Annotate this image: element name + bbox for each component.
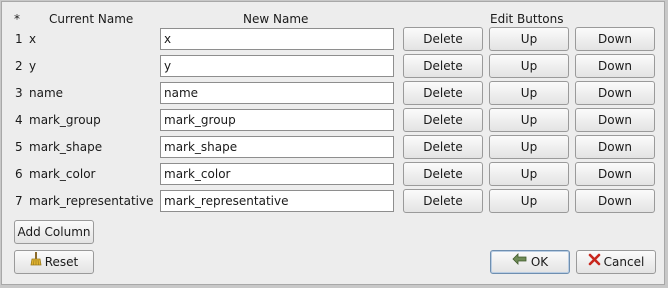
up-button[interactable]: Up: [489, 54, 569, 78]
header-index: *: [14, 12, 20, 26]
up-button[interactable]: Up: [489, 189, 569, 213]
delete-button[interactable]: Delete: [403, 81, 483, 105]
row-number: 5: [15, 140, 23, 154]
down-button[interactable]: Down: [575, 81, 655, 105]
up-button[interactable]: Up: [489, 27, 569, 51]
ok-label: OK: [530, 255, 549, 269]
row-number: 3: [15, 86, 23, 100]
up-button[interactable]: Up: [489, 81, 569, 105]
reset-label: Reset: [44, 255, 79, 269]
new-name-input[interactable]: [160, 55, 394, 77]
row-number: 7: [15, 194, 23, 208]
check-arrow-icon: [512, 251, 528, 273]
header-current-name: Current Name: [49, 12, 134, 26]
new-name-input[interactable]: [160, 136, 394, 158]
delete-button[interactable]: Delete: [403, 162, 483, 186]
add-column-button[interactable]: Add Column: [14, 220, 94, 244]
current-name-label: mark_representative: [29, 194, 154, 208]
current-name-label: mark_group: [29, 113, 101, 127]
cancel-button[interactable]: Cancel: [576, 250, 656, 274]
current-name-label: x: [29, 32, 37, 46]
new-name-input[interactable]: [160, 163, 394, 185]
row-number: 2: [15, 59, 23, 73]
down-button[interactable]: Down: [575, 189, 655, 213]
delete-button[interactable]: Delete: [403, 27, 483, 51]
cancel-label: Cancel: [603, 255, 645, 269]
current-name-label: mark_color: [29, 167, 96, 181]
ok-button[interactable]: OK: [490, 250, 570, 274]
row-number: 4: [15, 113, 23, 127]
header-new-name: New Name: [243, 12, 309, 26]
broom-icon: [30, 251, 42, 273]
rename-columns-dialog: * Current Name New Name Edit Buttons 1 x…: [1, 1, 665, 285]
down-button[interactable]: Down: [575, 108, 655, 132]
current-name-label: name: [29, 86, 64, 100]
new-name-input[interactable]: [160, 28, 394, 50]
row-number: 1: [15, 32, 23, 46]
new-name-input[interactable]: [160, 190, 394, 212]
up-button[interactable]: Up: [489, 162, 569, 186]
new-name-input[interactable]: [160, 82, 394, 104]
delete-button[interactable]: Delete: [403, 108, 483, 132]
delete-button[interactable]: Delete: [403, 54, 483, 78]
delete-button[interactable]: Delete: [403, 135, 483, 159]
up-button[interactable]: Up: [489, 135, 569, 159]
down-button[interactable]: Down: [575, 162, 655, 186]
current-name-label: mark_shape: [29, 140, 103, 154]
up-button[interactable]: Up: [489, 108, 569, 132]
header-edit-buttons: Edit Buttons: [490, 12, 564, 26]
current-name-label: y: [29, 59, 37, 73]
reset-button[interactable]: Reset: [14, 250, 94, 274]
delete-button[interactable]: Delete: [403, 189, 483, 213]
row-number: 6: [15, 167, 23, 181]
down-button[interactable]: Down: [575, 27, 655, 51]
new-name-input[interactable]: [160, 109, 394, 131]
down-button[interactable]: Down: [575, 135, 655, 159]
down-button[interactable]: Down: [575, 54, 655, 78]
x-icon: [588, 251, 601, 273]
